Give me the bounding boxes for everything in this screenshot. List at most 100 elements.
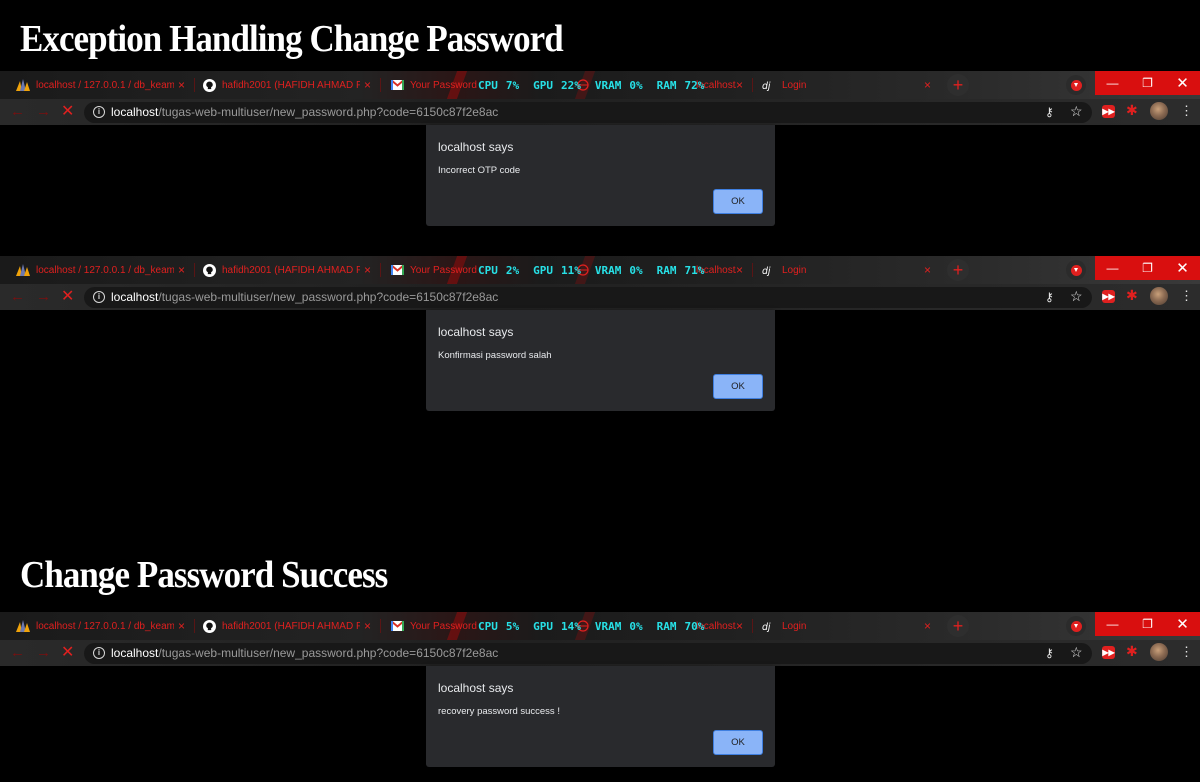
ram-readout: RAM 70%: [656, 620, 705, 633]
ram-readout: RAM 72%: [656, 79, 705, 92]
tab-title: localhost / 127.0.0.1 / db_keamanan: [36, 79, 174, 91]
extensions-puzzle-icon[interactable]: ✱: [1126, 287, 1138, 304]
avatar[interactable]: [1150, 102, 1168, 120]
minimize-button[interactable]: —: [1095, 612, 1130, 636]
close-tab-icon[interactable]: ×: [924, 619, 931, 633]
address-bar[interactable]: i localhost/tugas-web-multiuser/new_pass…: [84, 643, 1092, 664]
password-key-icon[interactable]: ⚷: [1045, 290, 1054, 304]
window-controls: — ❐ ✕: [1095, 256, 1200, 280]
tab-phpmyadmin[interactable]: localhost / 127.0.0.1 / db_keamanan ×: [16, 256, 195, 284]
site-logo-icon: dj: [762, 263, 776, 277]
dialog-message: recovery password success !: [438, 706, 560, 717]
stop-loading-icon[interactable]: ✕: [61, 645, 74, 661]
alert-dialog: localhost says Konfirmasi password salah…: [426, 310, 775, 411]
maximize-button[interactable]: ❐: [1130, 612, 1165, 636]
minimize-button[interactable]: —: [1095, 71, 1130, 95]
profile-dropdown-icon[interactable]: [1066, 616, 1086, 636]
close-tab-icon[interactable]: ×: [924, 78, 931, 92]
new-tab-button[interactable]: +: [947, 615, 969, 637]
forward-arrow-icon[interactable]: →: [36, 104, 51, 120]
extensions-puzzle-icon[interactable]: ✱: [1126, 643, 1138, 660]
tab-title: localhost / 127.0.0.1 / db_keamanan: [36, 264, 174, 276]
site-info-icon[interactable]: i: [93, 106, 105, 118]
tab-phpmyadmin[interactable]: localhost / 127.0.0.1 / db_keamanan ×: [16, 612, 195, 640]
close-window-button[interactable]: ✕: [1165, 256, 1200, 280]
gpu-readout: GPU 11%: [533, 264, 581, 277]
tab-title: localhost / 127.0.0.1 / db_keamanan: [36, 620, 174, 632]
ok-button[interactable]: OK: [713, 730, 763, 755]
maximize-button[interactable]: ❐: [1130, 256, 1165, 280]
forward-arrow-icon[interactable]: →: [36, 289, 51, 305]
url-text[interactable]: localhost/tugas-web-multiuser/new_passwo…: [111, 105, 498, 119]
avatar[interactable]: [1150, 287, 1168, 305]
close-tab-icon[interactable]: ×: [736, 263, 743, 277]
tab-github[interactable]: hafidh2001 (HAFIDH AHMAD FAUZAN) ×: [202, 256, 381, 284]
close-tab-icon[interactable]: ×: [736, 78, 743, 92]
extension-icon[interactable]: ▶▶: [1102, 105, 1115, 118]
password-key-icon[interactable]: ⚷: [1045, 105, 1054, 119]
cpu-readout: CPU 5%: [478, 620, 520, 633]
close-window-button[interactable]: ✕: [1165, 71, 1200, 95]
ok-button[interactable]: OK: [713, 189, 763, 214]
vram-readout: VRAM 0%: [594, 264, 643, 277]
avatar[interactable]: [1150, 643, 1168, 661]
tab-strip: localhost / 127.0.0.1 / db_keamanan × ha…: [0, 256, 1200, 284]
address-bar[interactable]: i localhost/tugas-web-multiuser/new_pass…: [84, 287, 1092, 308]
close-tab-icon[interactable]: ×: [364, 78, 371, 92]
new-tab-button[interactable]: +: [947, 74, 969, 96]
tab-strip: localhost / 127.0.0.1 / db_keamanan × ha…: [0, 612, 1200, 640]
back-arrow-icon[interactable]: ←: [10, 289, 25, 305]
close-tab-icon[interactable]: ×: [178, 619, 185, 633]
minimize-button[interactable]: —: [1095, 256, 1130, 280]
menu-dots-icon[interactable]: ⋮: [1180, 644, 1193, 660]
forward-arrow-icon[interactable]: →: [36, 645, 51, 661]
gmail-icon: [390, 619, 404, 633]
url-text[interactable]: localhost/tugas-web-multiuser/new_passwo…: [111, 646, 498, 660]
close-tab-icon[interactable]: ×: [736, 619, 743, 633]
extension-icon[interactable]: ▶▶: [1102, 646, 1115, 659]
tab-login[interactable]: dj Login ×: [762, 256, 942, 284]
password-key-icon[interactable]: ⚷: [1045, 646, 1054, 660]
new-tab-button[interactable]: +: [947, 259, 969, 281]
performance-overlay: CPU 7% GPU 22% VRAM 0% RAM 72%: [478, 79, 704, 92]
site-info-icon[interactable]: i: [93, 291, 105, 303]
phpmyadmin-icon: [16, 619, 30, 633]
back-arrow-icon[interactable]: ←: [10, 645, 25, 661]
url-text[interactable]: localhost/tugas-web-multiuser/new_passwo…: [111, 290, 498, 304]
site-info-icon[interactable]: i: [93, 647, 105, 659]
tab-phpmyadmin[interactable]: localhost / 127.0.0.1 / db_keamanan ×: [16, 71, 195, 99]
bookmark-star-icon[interactable]: ☆: [1070, 103, 1083, 120]
back-arrow-icon[interactable]: ←: [10, 104, 25, 120]
tab-login[interactable]: dj Login ×: [762, 71, 942, 99]
menu-dots-icon[interactable]: ⋮: [1180, 288, 1193, 304]
dialog-message: Konfirmasi password salah: [438, 350, 552, 361]
close-tab-icon[interactable]: ×: [364, 263, 371, 277]
tab-github[interactable]: hafidh2001 (HAFIDH AHMAD FAUZAN) ×: [202, 71, 381, 99]
extension-icon[interactable]: ▶▶: [1102, 290, 1115, 303]
bookmark-star-icon[interactable]: ☆: [1070, 644, 1083, 661]
extensions-puzzle-icon[interactable]: ✱: [1126, 102, 1138, 119]
close-tab-icon[interactable]: ×: [178, 263, 185, 277]
close-tab-icon[interactable]: ×: [924, 263, 931, 277]
window-controls: — ❐ ✕: [1095, 612, 1200, 636]
tab-github[interactable]: hafidh2001 (HAFIDH AHMAD FAUZAN) ×: [202, 612, 381, 640]
svg-text:dj: dj: [762, 80, 771, 91]
menu-dots-icon[interactable]: ⋮: [1180, 103, 1193, 119]
maximize-button[interactable]: ❐: [1130, 71, 1165, 95]
stop-loading-icon[interactable]: ✕: [61, 289, 74, 305]
ram-readout: RAM 71%: [656, 264, 705, 277]
close-tab-icon[interactable]: ×: [364, 619, 371, 633]
bookmark-star-icon[interactable]: ☆: [1070, 288, 1083, 305]
tab-login[interactable]: dj Login ×: [762, 612, 942, 640]
ok-button[interactable]: OK: [713, 374, 763, 399]
profile-dropdown-icon[interactable]: [1066, 75, 1086, 95]
profile-dropdown-icon[interactable]: [1066, 260, 1086, 280]
stop-loading-icon[interactable]: ✕: [61, 104, 74, 120]
close-window-button[interactable]: ✕: [1165, 612, 1200, 636]
browser-toolbar: ← → ✕ i localhost/tugas-web-multiuser/ne…: [0, 640, 1200, 666]
svg-text:dj: dj: [762, 265, 771, 276]
address-bar[interactable]: i localhost/tugas-web-multiuser/new_pass…: [84, 102, 1092, 123]
close-tab-icon[interactable]: ×: [178, 78, 185, 92]
gpu-readout: GPU 22%: [533, 79, 581, 92]
browser-screenshot-1: localhost / 127.0.0.1 / db_keamanan × ha…: [0, 71, 1200, 241]
